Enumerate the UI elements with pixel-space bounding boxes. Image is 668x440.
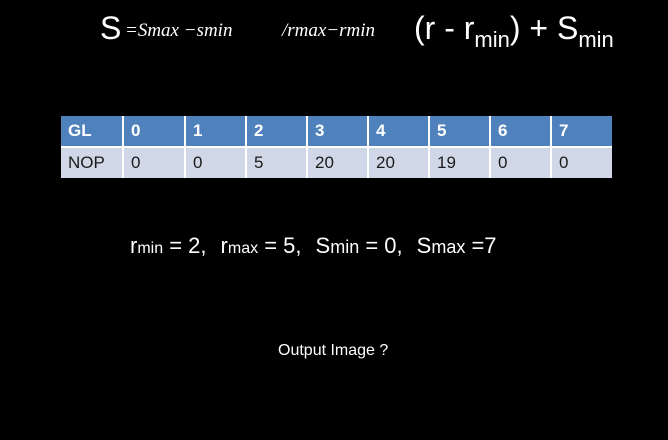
param-smax-symbol: S (416, 233, 432, 258)
transformation-formula: S =Smax −smin /rmax−rmin (r - rmin) + Sm… (100, 10, 640, 56)
param-smin-value: = 0, (359, 233, 403, 258)
table-cell: 0 (551, 147, 612, 178)
table-cell: 0 (490, 147, 552, 178)
table-cell: 20 (307, 147, 369, 178)
header-cell: 7 (551, 116, 612, 148)
table-header-row: GL 0 1 2 3 4 5 6 7 (61, 116, 612, 148)
formula-r-subscript: min (474, 27, 510, 52)
header-cell: GL (61, 116, 124, 148)
formula-tail: (r - rmin) + Smin (414, 10, 614, 51)
param-rmax: rmax = 5, (221, 233, 302, 258)
param-rmax-symbol: r (220, 233, 228, 258)
param-smin-subscript: min (330, 237, 360, 257)
param-smin: Smin = 0, (316, 233, 403, 258)
table-row: NOP 0 0 5 20 20 19 0 0 (61, 147, 612, 178)
header-cell: 2 (246, 116, 308, 148)
param-smax-subscript: max (431, 237, 466, 257)
param-smax: Smax =7 (417, 233, 497, 258)
param-rmin-subscript: min (137, 240, 164, 257)
header-cell: 1 (185, 116, 247, 148)
formula-s: S (100, 10, 122, 46)
param-smax-value: =7 (465, 233, 497, 258)
formula-paren-open: (r - r (414, 10, 475, 46)
header-cell: 3 (307, 116, 369, 148)
table-cell: NOP (61, 147, 124, 178)
param-rmax-subscript: max (227, 240, 259, 257)
param-rmin: rmin = 2, (130, 233, 207, 258)
formula-numerator: =Smax −smin (125, 20, 233, 41)
table-cell: 5 (246, 147, 308, 178)
formula-denominator: /rmax−rmin (282, 20, 376, 41)
parameter-line: rmin = 2, rmax = 5, Smin = 0, Smax =7 (130, 233, 550, 259)
table-cell: 0 (185, 147, 247, 178)
header-cell: 6 (490, 116, 552, 148)
param-rmin-value: = 2, (163, 233, 207, 258)
param-rmax-value: = 5, (258, 233, 302, 258)
header-cell: 0 (123, 116, 186, 148)
table-cell: 0 (123, 147, 186, 178)
header-cell: 4 (368, 116, 430, 148)
formula-paren-close: ) + S (509, 10, 579, 46)
table-cell: 20 (368, 147, 430, 178)
output-question: Output Image ? (278, 342, 389, 359)
formula-s-subscript: min (578, 27, 614, 52)
header-cell: 5 (429, 116, 491, 148)
table-cell: 19 (429, 147, 491, 178)
histogram-table: GL 0 1 2 3 4 5 6 7 NOP 0 0 5 20 20 19 0 … (61, 116, 612, 178)
param-smin-symbol: S (315, 233, 331, 258)
